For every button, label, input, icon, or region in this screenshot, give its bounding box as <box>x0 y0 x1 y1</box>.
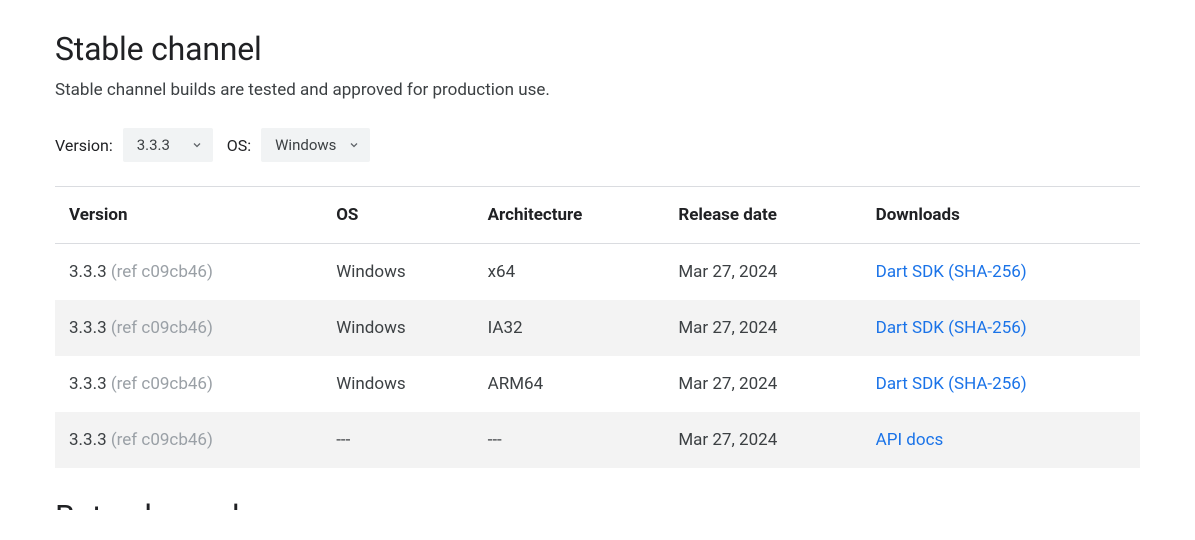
downloads-table: Version OS Architecture Release date Dow… <box>55 186 1140 468</box>
cell-os: Windows <box>322 300 473 356</box>
cell-release-date: Mar 27, 2024 <box>664 356 861 412</box>
table-row: 3.3.3 (ref c09cb46)------Mar 27, 2024API… <box>55 412 1140 468</box>
section-heading: Stable channel <box>55 30 1140 68</box>
cell-version: 3.3.3 (ref c09cb46) <box>55 244 322 301</box>
table-row: 3.3.3 (ref c09cb46)WindowsIA32Mar 27, 20… <box>55 300 1140 356</box>
version-filter-label: Version: <box>55 136 113 155</box>
cell-downloads: Dart SDK (SHA-256) <box>862 244 1140 301</box>
cell-os: Windows <box>322 244 473 301</box>
version-text: 3.3.3 <box>69 374 111 394</box>
cell-architecture: IA32 <box>474 300 665 356</box>
section-description: Stable channel builds are tested and app… <box>55 80 1140 100</box>
next-section-heading: Beta channel <box>55 498 1140 510</box>
os-select[interactable]: Windows <box>261 128 370 162</box>
cell-downloads: Dart SDK (SHA-256) <box>862 356 1140 412</box>
version-text: 3.3.3 <box>69 318 111 338</box>
sha-link[interactable]: (SHA-256) <box>948 374 1027 394</box>
version-select[interactable]: 3.3.3 <box>123 128 213 162</box>
header-release-date: Release date <box>664 187 861 244</box>
cell-os: Windows <box>322 356 473 412</box>
header-downloads: Downloads <box>862 187 1140 244</box>
cell-version: 3.3.3 (ref c09cb46) <box>55 300 322 356</box>
os-select-value: Windows <box>275 136 336 154</box>
cell-release-date: Mar 27, 2024 <box>664 412 861 468</box>
download-link[interactable]: Dart SDK <box>876 318 944 338</box>
header-version: Version <box>55 187 322 244</box>
table-row: 3.3.3 (ref c09cb46)Windowsx64Mar 27, 202… <box>55 244 1140 301</box>
cell-version: 3.3.3 (ref c09cb46) <box>55 356 322 412</box>
version-select-value: 3.3.3 <box>137 136 170 154</box>
cell-os: --- <box>322 412 473 468</box>
download-link[interactable]: Dart SDK <box>876 374 944 394</box>
os-filter-label: OS: <box>227 136 251 155</box>
cell-downloads: Dart SDK (SHA-256) <box>862 300 1140 356</box>
version-ref: (ref c09cb46) <box>111 318 213 338</box>
cell-release-date: Mar 27, 2024 <box>664 300 861 356</box>
filters-row: Version: 3.3.3 OS: Windows <box>55 128 1140 162</box>
cell-version: 3.3.3 (ref c09cb46) <box>55 412 322 468</box>
download-link[interactable]: API docs <box>876 430 944 450</box>
download-link[interactable]: Dart SDK <box>876 262 944 282</box>
version-ref: (ref c09cb46) <box>111 430 213 450</box>
version-ref: (ref c09cb46) <box>111 374 213 394</box>
chevron-down-icon <box>348 139 360 151</box>
cell-downloads: API docs <box>862 412 1140 468</box>
cell-architecture: x64 <box>474 244 665 301</box>
cell-architecture: --- <box>474 412 665 468</box>
header-os: OS <box>322 187 473 244</box>
cell-release-date: Mar 27, 2024 <box>664 244 861 301</box>
version-text: 3.3.3 <box>69 262 111 282</box>
table-header-row: Version OS Architecture Release date Dow… <box>55 187 1140 244</box>
version-ref: (ref c09cb46) <box>111 262 213 282</box>
sha-link[interactable]: (SHA-256) <box>948 318 1027 338</box>
header-architecture: Architecture <box>474 187 665 244</box>
cell-architecture: ARM64 <box>474 356 665 412</box>
table-row: 3.3.3 (ref c09cb46)WindowsARM64Mar 27, 2… <box>55 356 1140 412</box>
chevron-down-icon <box>191 139 203 151</box>
version-text: 3.3.3 <box>69 430 111 450</box>
sha-link[interactable]: (SHA-256) <box>948 262 1027 282</box>
